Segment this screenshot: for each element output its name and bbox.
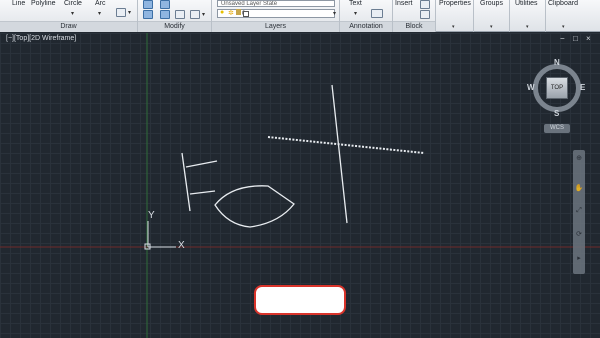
compass-west[interactable]: W bbox=[527, 83, 535, 92]
modify-panel: ▾ Modify bbox=[138, 0, 212, 32]
draw-panel-title[interactable]: Draw bbox=[0, 21, 137, 32]
pan-icon[interactable]: ✋ bbox=[574, 184, 584, 194]
rotate-icon[interactable] bbox=[160, 0, 170, 9]
annotation-panel: Text ▾ Annotation bbox=[340, 0, 393, 32]
navigation-bar: ⊕ ✋ ⤢ ⟳ ▸ bbox=[573, 150, 585, 274]
draw-panel: Line Polyline Circle Arc ▾ ▾ ▾ Draw bbox=[0, 0, 138, 32]
edit-block-icon[interactable] bbox=[420, 10, 430, 19]
groups-dropdown-icon[interactable]: ▾ bbox=[490, 24, 493, 30]
create-block-icon[interactable] bbox=[420, 0, 430, 9]
clipboard-dropdown-icon[interactable]: ▾ bbox=[562, 24, 565, 30]
compass-north[interactable]: N bbox=[554, 58, 560, 67]
bottom-popup-panel[interactable] bbox=[254, 285, 346, 315]
circle-tool[interactable]: Circle bbox=[64, 0, 82, 7]
clipboard-label: Clipboard bbox=[548, 0, 578, 7]
zoom-extents-icon[interactable]: ⤢ bbox=[574, 206, 584, 216]
drawn-annular-sector[interactable] bbox=[214, 185, 295, 228]
arc-dropdown-icon[interactable]: ▾ bbox=[98, 10, 101, 17]
mirror-icon[interactable] bbox=[160, 10, 170, 19]
move-icon[interactable] bbox=[143, 0, 153, 9]
viewcube-top-face[interactable]: TOP bbox=[546, 77, 568, 99]
layers-panel-title[interactable]: Layers bbox=[212, 21, 339, 32]
layer-color-swatch bbox=[243, 11, 249, 17]
array-dropdown-icon[interactable]: ▾ bbox=[202, 11, 205, 18]
lock-icon[interactable] bbox=[236, 9, 241, 15]
drawn-vertical-line[interactable] bbox=[331, 84, 348, 224]
layer-dropdown[interactable]: 0 bbox=[217, 9, 335, 18]
drawn-polyline-comb[interactable] bbox=[181, 152, 218, 212]
text-tool[interactable]: Text bbox=[349, 0, 362, 7]
table-icon[interactable] bbox=[371, 9, 383, 18]
utilities-panel[interactable]: Utilities ▾ bbox=[510, 0, 546, 32]
clipboard-panel[interactable]: Clipboard ▾ bbox=[546, 0, 600, 32]
copy-icon[interactable] bbox=[143, 10, 153, 19]
steering-wheel-icon[interactable]: ⊕ bbox=[574, 154, 584, 164]
text-dropdown-icon[interactable]: ▾ bbox=[354, 10, 357, 17]
utilities-label: Utilities bbox=[515, 0, 538, 7]
lightbulb-icon[interactable]: ● bbox=[220, 9, 224, 16]
modify-panel-title[interactable]: Modify bbox=[138, 21, 211, 32]
draw-extra-dropdown-icon[interactable]: ▾ bbox=[128, 9, 131, 16]
draw-extra-icon[interactable] bbox=[116, 8, 126, 17]
showmotion-icon[interactable]: ▸ bbox=[574, 254, 584, 264]
properties-panel[interactable]: Properties ▾ bbox=[436, 0, 474, 32]
compass-south[interactable]: S bbox=[554, 109, 559, 118]
block-panel: Insert Block bbox=[393, 0, 436, 32]
utilities-dropdown-icon[interactable]: ▾ bbox=[526, 24, 529, 30]
line-tool[interactable]: Line bbox=[12, 0, 25, 7]
viewcube[interactable]: TOP N S E W bbox=[527, 58, 587, 118]
annotation-panel-title[interactable]: Annotation bbox=[340, 21, 392, 32]
layer-dropdown-icon[interactable]: ▾ bbox=[333, 10, 336, 17]
groups-label: Groups bbox=[480, 0, 503, 7]
trim-icon[interactable] bbox=[175, 10, 185, 19]
wcs-menu[interactable]: WCS bbox=[544, 124, 570, 133]
orbit-icon[interactable]: ⟳ bbox=[574, 230, 584, 240]
properties-label: Properties bbox=[439, 0, 471, 7]
groups-panel[interactable]: Groups ▾ bbox=[474, 0, 510, 32]
circle-dropdown-icon[interactable]: ▾ bbox=[71, 10, 74, 17]
ucs-x-label: X bbox=[178, 240, 185, 251]
layer-state-field[interactable]: Unsaved Layer State bbox=[217, 0, 335, 7]
ribbon: Line Polyline Circle Arc ▾ ▾ ▾ Draw ▾ Mo… bbox=[0, 0, 600, 32]
compass-east[interactable]: E bbox=[580, 83, 585, 92]
drawn-selected-line[interactable] bbox=[267, 136, 425, 154]
properties-dropdown-icon[interactable]: ▾ bbox=[452, 24, 455, 30]
arc-tool[interactable]: Arc bbox=[95, 0, 106, 7]
block-panel-title[interactable]: Block bbox=[393, 21, 435, 32]
array-icon[interactable] bbox=[190, 10, 200, 19]
insert-tool[interactable]: Insert bbox=[395, 0, 413, 7]
sun-icon[interactable]: ✲ bbox=[228, 9, 234, 17]
ucs-y-label: Y bbox=[148, 210, 155, 221]
polyline-tool[interactable]: Polyline bbox=[31, 0, 56, 7]
ucs-icon bbox=[144, 221, 176, 250]
